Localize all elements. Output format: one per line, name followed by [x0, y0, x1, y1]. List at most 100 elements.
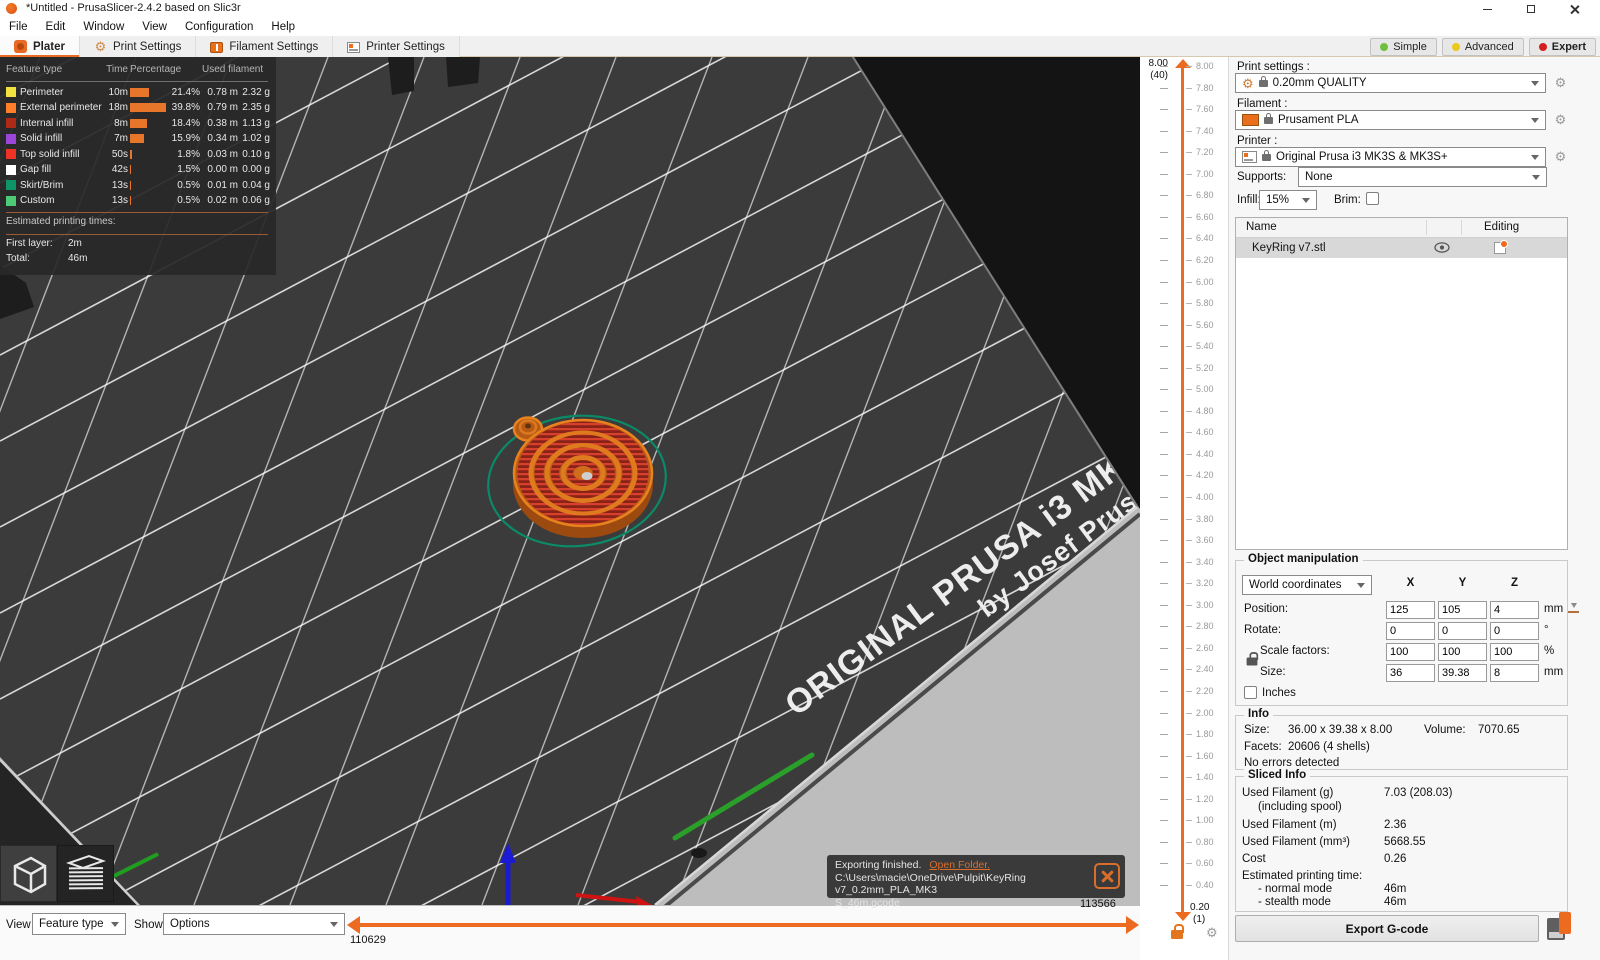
chevron-down-icon — [330, 922, 338, 927]
y-position-input[interactable] — [1438, 601, 1487, 619]
printer-label: Printer : — [1237, 135, 1278, 147]
slider-settings-gear-icon[interactable]: ⚙ — [1206, 926, 1218, 939]
menu-item-window[interactable]: Window — [74, 21, 133, 33]
layer-tick-label: 6.80 — [1196, 190, 1214, 201]
layer-tick-mark — [1186, 841, 1192, 843]
layer-slider-bottom-value: 0.20 — [1190, 902, 1210, 913]
layer-tick-mark — [1160, 389, 1168, 391]
sliced-row-value: 0.26 — [1384, 853, 1407, 865]
advanced-mode-dot-icon — [1451, 43, 1460, 51]
notification-close-button[interactable] — [1094, 863, 1120, 889]
feature-time: 7m — [114, 133, 128, 145]
feature-time: 18m — [108, 102, 128, 114]
feature-meters: 0.01 m — [207, 179, 238, 191]
print-settings-label: Print settings : — [1237, 61, 1310, 73]
export-gcode-button[interactable]: Export G-code — [1235, 915, 1539, 942]
layer-slider-bar: 8.00 (40) 8.00 7.80 7.60 7.40 7.20 7.00 6.80 6.… — [1140, 57, 1228, 960]
feature-label: Top solid infill — [20, 148, 80, 160]
feature-grams: 1.13 g — [242, 117, 270, 129]
menu-item-view[interactable]: View — [133, 21, 176, 33]
layer-tick-label: 4.60 — [1196, 427, 1214, 438]
layer-range-lock-icon[interactable] — [1171, 924, 1184, 939]
supports-select[interactable]: None — [1298, 167, 1547, 187]
percentage-bar — [130, 149, 168, 159]
model-keyring[interactable] — [512, 416, 654, 539]
object-list-row[interactable]: KeyRing v7.stl — [1236, 238, 1567, 258]
tab-print-settings[interactable]: ⚙ Print Settings — [79, 36, 197, 57]
show-select[interactable]: Options — [163, 913, 345, 935]
y-rotate-input[interactable] — [1438, 622, 1487, 640]
layer-tick-mark — [1186, 367, 1192, 369]
layer-tick-mark — [1186, 195, 1192, 197]
tab-plater[interactable]: Plater — [0, 36, 80, 58]
print-settings-select[interactable]: ⚙ 0.20mm QUALITY — [1235, 73, 1546, 93]
3d-editor-view-button[interactable] — [0, 845, 57, 902]
layer-slider-lower-handle[interactable] — [1175, 912, 1191, 921]
infill-select[interactable]: 15% — [1259, 190, 1317, 210]
sliced-row-label: (including spool) — [1258, 801, 1342, 813]
printer-gear-button[interactable]: ⚙ — [1552, 148, 1569, 165]
x-position-input[interactable] — [1386, 601, 1435, 619]
z-position-input[interactable] — [1490, 601, 1539, 619]
menu-item-configuration[interactable]: Configuration — [176, 21, 262, 33]
mode-button-simple[interactable]: Simple — [1370, 38, 1437, 56]
cube-icon — [13, 856, 46, 893]
y-scalefactors-input[interactable] — [1438, 643, 1487, 661]
view-select[interactable]: Feature type — [32, 913, 126, 935]
moves-slider-right-handle[interactable] — [1126, 916, 1139, 934]
brim-checkbox[interactable] — [1366, 192, 1379, 205]
first-layer-time: First layer: 2m — [6, 237, 82, 249]
layer-slider-track[interactable] — [1181, 66, 1184, 912]
layer-tick-label: 2.40 — [1196, 664, 1214, 675]
close-button[interactable] — [1558, 0, 1592, 18]
coordinates-select[interactable]: World coordinates — [1242, 575, 1372, 595]
layer-tick-label: 4.00 — [1196, 492, 1214, 502]
mode-label: Simple — [1393, 41, 1427, 53]
tab-printer-settings[interactable]: Printer Settings — [333, 36, 460, 57]
percentage-bar-fill — [130, 180, 131, 190]
z-scalefactors-input[interactable] — [1490, 643, 1539, 661]
minimize-button[interactable] — [1470, 0, 1504, 18]
x-size-input[interactable] — [1386, 664, 1435, 682]
preview-layers-view-button[interactable] — [57, 845, 114, 902]
menu-item-help[interactable]: Help — [262, 21, 304, 33]
print-settings-gear-button[interactable]: ⚙ — [1552, 74, 1569, 91]
z-size-input[interactable] — [1490, 664, 1539, 682]
inches-checkbox[interactable] — [1244, 686, 1257, 699]
tab-filament-settings[interactable]: Filament Settings — [196, 36, 334, 57]
layer-tick-mark — [1186, 712, 1192, 714]
y-column-header: Y — [1458, 577, 1467, 589]
menu-item-file[interactable]: File — [0, 21, 37, 33]
x-scalefactors-input[interactable] — [1386, 643, 1435, 661]
moves-slider-left-handle[interactable] — [347, 916, 360, 934]
mode-label: Expert — [1551, 41, 1586, 53]
sd-card-export-icon[interactable] — [1547, 912, 1573, 944]
feature-percent: 0.5% — [177, 195, 200, 207]
layer-tick-mark — [1186, 66, 1192, 67]
moves-slider-track[interactable] — [360, 923, 1126, 927]
uniform-scale-lock-icon[interactable] — [1246, 652, 1259, 666]
menu-item-edit[interactable]: Edit — [37, 21, 75, 33]
z-rotate-input[interactable] — [1490, 622, 1539, 640]
layer-tick-mark — [1186, 109, 1192, 111]
mode-button-advanced[interactable]: Advanced — [1441, 38, 1524, 56]
layer-tick-label: 0.80 — [1196, 836, 1214, 847]
layer-tick-label: 7.40 — [1196, 125, 1214, 136]
layer-tick-mark — [1160, 841, 1168, 843]
printer-select[interactable]: Original Prusa i3 MK3S & MK3S+ — [1235, 147, 1546, 167]
filament-select[interactable]: Prusament PLA — [1235, 110, 1546, 130]
mode-button-expert[interactable]: Expert — [1528, 38, 1596, 56]
layer-tick-label: 7.20 — [1196, 147, 1214, 158]
maximize-button[interactable] — [1514, 0, 1548, 18]
layer-tick-mark — [1160, 432, 1168, 434]
layer-tick-mark — [1186, 777, 1192, 779]
open-folder-link[interactable]: Open Folder. — [929, 859, 990, 871]
visibility-eye-icon[interactable] — [1434, 241, 1450, 257]
editing-state-icon[interactable] — [1494, 240, 1508, 254]
x-rotate-input[interactable] — [1386, 622, 1435, 640]
y-size-input[interactable] — [1438, 664, 1487, 682]
layer-tick-mark — [1186, 755, 1192, 757]
filament-gear-button[interactable]: ⚙ — [1552, 111, 1569, 128]
percentage-bar — [130, 165, 168, 175]
drop-to-bed-icon[interactable] — [1568, 603, 1580, 613]
